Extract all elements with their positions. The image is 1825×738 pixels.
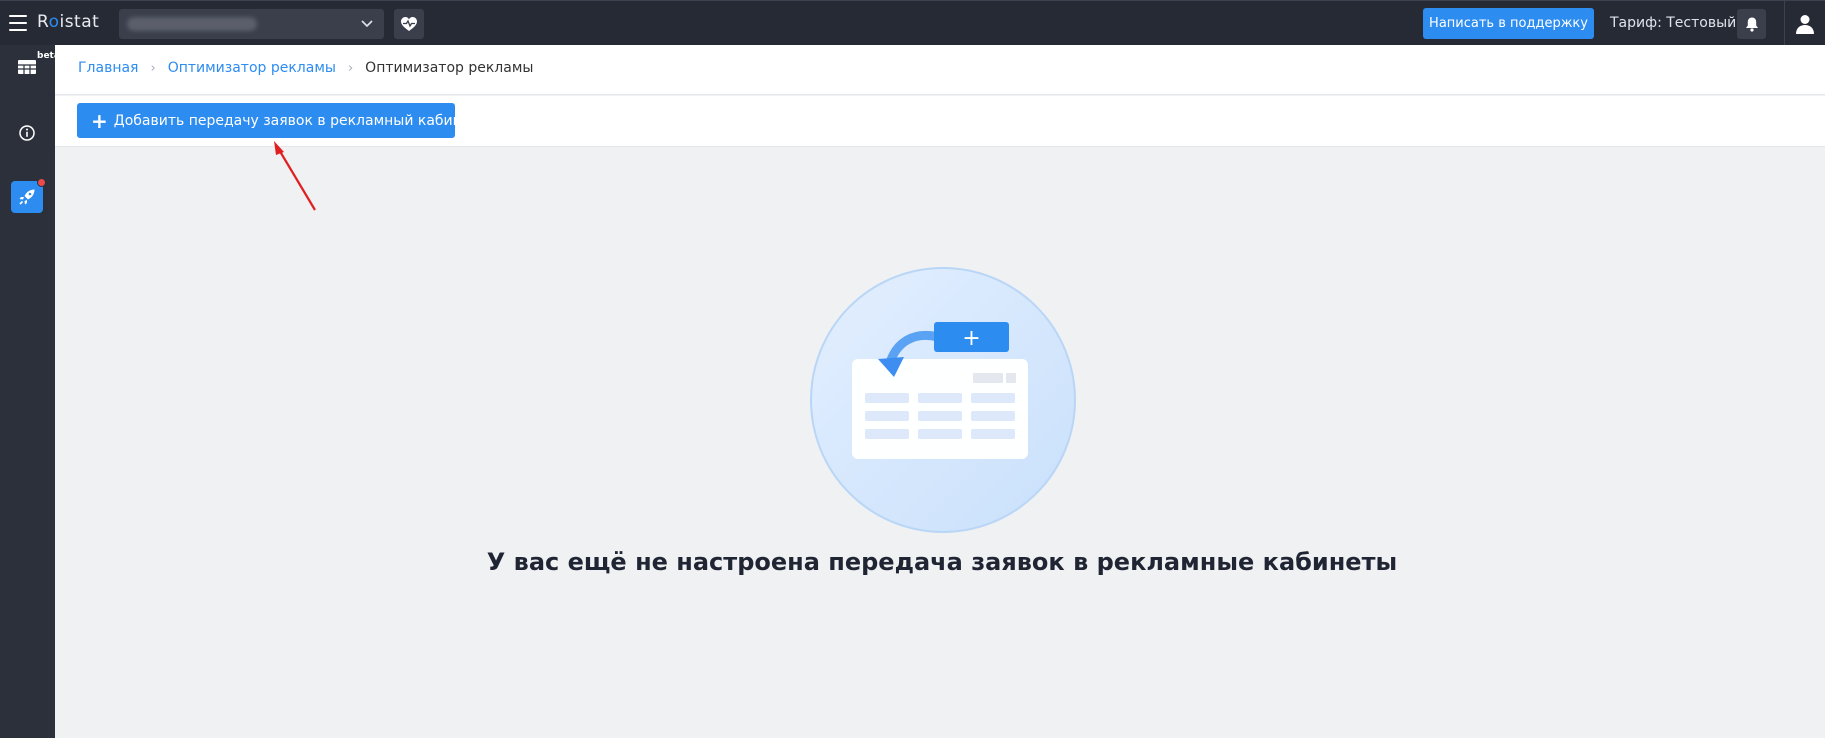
rocket-icon	[19, 189, 35, 205]
breadcrumb-optimizer[interactable]: Оптимизатор рекламы	[168, 60, 336, 76]
annotation-arrow	[274, 141, 316, 211]
breadcrumb-current: Оптимизатор рекламы	[365, 60, 534, 76]
sidebar-item-onboarding[interactable]	[11, 178, 46, 213]
bell-icon	[1745, 17, 1758, 32]
sidebar-item-info[interactable]	[11, 117, 43, 149]
breadcrumb: Главная › Оптимизатор рекламы › Оптимиза…	[78, 60, 533, 76]
add-lead-transfer-button[interactable]: + Добавить передачу заявок в рекламный к…	[77, 103, 479, 138]
user-menu-button[interactable]	[1790, 10, 1820, 38]
sidebar: beta	[0, 45, 60, 738]
notification-dot	[37, 178, 46, 187]
sidebar-item-dashboard[interactable]: beta	[11, 51, 60, 79]
chevron-right-icon: ›	[347, 60, 354, 76]
logo-text: R	[37, 12, 49, 32]
grid-table-icon	[18, 60, 36, 74]
toolbar: + Добавить передачу заявок в рекламный к…	[55, 96, 1825, 147]
menu-icon[interactable]	[9, 15, 27, 31]
chevron-right-icon: ›	[150, 60, 156, 76]
health-check-button[interactable]	[394, 9, 424, 39]
illustration-plus-label: +	[962, 326, 980, 351]
add-button-label: Добавить передачу заявок в рекламный каб…	[113, 112, 479, 129]
breadcrumb-bar: Главная › Оптимизатор рекламы › Оптимиза…	[55, 45, 1825, 95]
project-select[interactable]	[119, 9, 384, 39]
notifications-button[interactable]	[1737, 9, 1766, 39]
topbar-divider	[1784, 1, 1785, 46]
logo-dot: o	[48, 12, 60, 32]
chevron-down-icon	[361, 20, 373, 28]
empty-state-illustration: +	[810, 267, 1076, 533]
support-button[interactable]: Написать в поддержку	[1423, 8, 1594, 39]
logo-text-rest: istat	[59, 12, 100, 32]
breadcrumb-home[interactable]: Главная	[78, 60, 138, 76]
top-bar: Roistat Написать в поддержку Тариф: Тест…	[0, 0, 1825, 46]
project-name-blurred	[127, 17, 257, 31]
info-icon	[19, 125, 35, 141]
plus-icon: +	[91, 108, 108, 133]
roistat-logo[interactable]: Roistat	[37, 12, 99, 32]
tariff-label[interactable]: Тариф: Тестовый	[1610, 15, 1736, 31]
empty-state-message: У вас ещё не настроена передача заявок в…	[486, 548, 1398, 576]
user-icon	[1796, 15, 1814, 34]
heart-pulse-icon	[401, 16, 417, 31]
